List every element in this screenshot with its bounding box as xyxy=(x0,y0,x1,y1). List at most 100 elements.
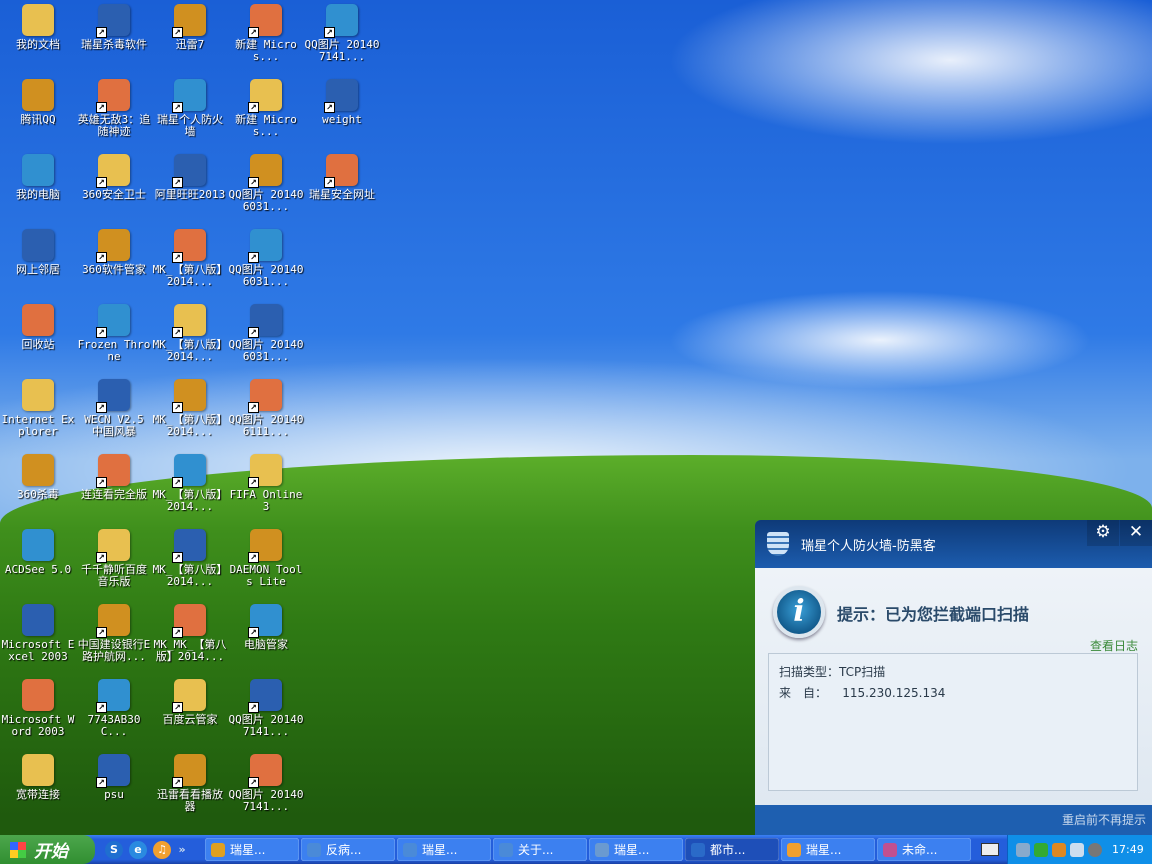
desktop-icon[interactable]: 网上邻居 xyxy=(0,225,76,276)
desktop-icon[interactable]: ↗ weight xyxy=(304,75,380,126)
scan-type-value: TCP扫描 xyxy=(839,665,886,679)
app-icon: ↗ xyxy=(248,529,282,563)
desktop-icon[interactable]: ↗ MK_【第八版】2014... xyxy=(152,300,228,363)
app-icon: ↗ xyxy=(96,379,130,413)
app-icon xyxy=(22,79,54,111)
desktop-icon[interactable]: ↗ DAEMON Tools Lite xyxy=(228,525,304,588)
firewall-tray-icon[interactable] xyxy=(1070,842,1084,857)
desktop-icon[interactable]: ↗ MK_【第八版】2014... xyxy=(152,525,228,588)
desktop-icon[interactable]: Microsoft Excel 2003 xyxy=(0,600,76,663)
shortcut-arrow-icon: ↗ xyxy=(248,102,259,113)
desktop-icon-label: 我的文档 xyxy=(16,38,60,51)
desktop-icon-label: MK_【第八版】2014... xyxy=(152,263,228,288)
close-button[interactable]: ✕ xyxy=(1120,520,1152,546)
desktop-icon[interactable]: ↗ MK_【第八版】2014... xyxy=(152,450,228,513)
desktop-icon[interactable]: ↗ QQ图片 201406031... xyxy=(228,225,304,288)
pc-manager-icon[interactable] xyxy=(1052,842,1066,857)
desktop-icon[interactable]: ↗ MK_MK_【第八版】2014... xyxy=(152,600,228,663)
volume-icon[interactable] xyxy=(1088,842,1102,857)
app-icon xyxy=(22,604,54,636)
desktop-icon-label: Microsoft Excel 2003 xyxy=(1,638,75,663)
desktop-icon[interactable]: ↗ 迅雷看看播放器 xyxy=(152,750,228,813)
desktop-icon-label: MK_MK_【第八版】2014... xyxy=(153,638,227,663)
desktop-icon[interactable]: ↗ 百度云管家 xyxy=(152,675,228,726)
clock[interactable]: 17:49 xyxy=(1112,843,1144,856)
app-icon xyxy=(22,379,54,411)
desktop-icon[interactable]: ↗ 瑞星杀毒软件 xyxy=(76,0,152,51)
desktop-icon[interactable]: ↗ 360软件管家 xyxy=(76,225,152,276)
desktop-icon[interactable]: ↗ 英雄无敌3：追随神迹 xyxy=(76,75,152,138)
app-icon: ↗ xyxy=(248,229,282,263)
app-icon: ↗ xyxy=(172,454,206,488)
desktop-icon[interactable]: ↗ QQ图片 201407141... xyxy=(228,750,304,813)
internet-explorer-icon[interactable]: e xyxy=(129,840,147,859)
start-button[interactable]: 开始 xyxy=(0,835,95,864)
quick-launch-more-button[interactable]: » xyxy=(177,841,187,859)
desktop-icon[interactable]: Internet Explorer xyxy=(0,375,76,438)
desktop-icon[interactable]: ↗ 新建 Micros... xyxy=(228,0,304,63)
desktop-icon[interactable]: 我的电脑 xyxy=(0,150,76,201)
desktop-icon[interactable]: ↗ 千千静听百度音乐版 xyxy=(76,525,152,588)
shortcut-arrow-icon: ↗ xyxy=(172,552,183,563)
taskbar-button[interactable]: 反病... xyxy=(301,838,395,861)
taskbar-button[interactable]: 瑞星... xyxy=(589,838,683,861)
desktop-icon[interactable]: 我的文档 xyxy=(0,0,76,51)
shortcut-arrow-icon: ↗ xyxy=(248,477,259,488)
dont-remind-link[interactable]: 重启前不再提示 xyxy=(1062,813,1146,827)
app-icon: ↗ xyxy=(96,604,130,638)
desktop-icon[interactable]: 腾讯QQ xyxy=(0,75,76,126)
desktop-icon-label: 腾讯QQ xyxy=(20,113,56,126)
taskbar-button[interactable]: 未命... xyxy=(877,838,971,861)
desktop-icon[interactable]: ↗ 7743AB30C... xyxy=(76,675,152,738)
task-label: 都市... xyxy=(710,843,746,857)
shortcut-arrow-icon: ↗ xyxy=(248,27,259,38)
network-icon[interactable] xyxy=(1016,842,1030,857)
music-player-icon[interactable]: ♫ xyxy=(153,840,171,859)
shortcut-arrow-icon: ↗ xyxy=(96,702,107,713)
settings-button[interactable]: ⚙ xyxy=(1087,520,1119,546)
desktop-icon[interactable]: ↗ QQ图片 201406111... xyxy=(228,375,304,438)
taskbar-button[interactable]: 瑞星... xyxy=(781,838,875,861)
desktop-icon[interactable]: ↗ 连连看完全版 xyxy=(76,450,152,501)
view-log-link[interactable]: 查看日志 xyxy=(1090,637,1138,654)
desktop-icon[interactable]: ↗ 电脑管家 xyxy=(228,600,304,651)
taskbar-button[interactable]: 瑞星... xyxy=(205,838,299,861)
desktop-icon[interactable]: ↗ QQ图片 201407141... xyxy=(304,0,380,63)
desktop-icon[interactable]: ↗ 瑞星个人防火墙 xyxy=(152,75,228,138)
taskbar-button[interactable]: 关于... xyxy=(493,838,587,861)
desktop-icon[interactable]: ↗ FIFA Online 3 xyxy=(228,450,304,513)
desktop-icon[interactable]: ↗ 阿里旺旺2013 xyxy=(152,150,228,201)
desktop-icon[interactable]: ↗ WECN V2.5 中国风暴 xyxy=(76,375,152,438)
shortcut-arrow-icon: ↗ xyxy=(172,177,183,188)
desktop-icon-label: Frozen Throne xyxy=(77,338,151,363)
desktop-icon-label: 千千静听百度音乐版 xyxy=(81,563,147,588)
quick-launch: S e ♫ » xyxy=(105,840,205,859)
desktop-icon-label: MK_【第八版】2014... xyxy=(152,563,228,588)
desktop-icon[interactable]: ↗ MK_【第八版】2014... xyxy=(152,375,228,438)
sogou-browser-icon[interactable]: S xyxy=(105,840,123,859)
desktop-icon[interactable]: ↗ 迅雷7 xyxy=(152,0,228,51)
tray-app-icon[interactable] xyxy=(1034,842,1048,857)
desktop-icon[interactable]: ↗ Frozen Throne xyxy=(76,300,152,363)
desktop-icon[interactable]: 宽带连接 xyxy=(0,750,76,801)
desktop-icon[interactable]: ↗ psu xyxy=(76,750,152,801)
desktop-icon[interactable]: ↗ 中国建设银行E路护航网... xyxy=(76,600,152,663)
taskbar-button[interactable]: 都市... xyxy=(685,838,779,861)
desktop-icon[interactable]: ↗ 新建 Micros... xyxy=(228,75,304,138)
desktop-icon[interactable]: ↗ QQ图片 201406031... xyxy=(228,300,304,363)
desktop-icon-label: QQ图片 201406111... xyxy=(228,413,304,438)
desktop-icon[interactable]: ↗ 360安全卫士 xyxy=(76,150,152,201)
desktop-icon[interactable]: ↗ 瑞星安全网址 xyxy=(304,150,380,201)
desktop-icon[interactable]: Microsoft Word 2003 xyxy=(0,675,76,738)
taskbar-button[interactable]: 瑞星... xyxy=(397,838,491,861)
desktop-icon[interactable]: ↗ QQ图片 201406031... xyxy=(228,150,304,213)
desktop-icon[interactable]: 360杀毒 xyxy=(0,450,76,501)
desktop-icon[interactable]: 回收站 xyxy=(0,300,76,351)
keyboard-icon[interactable] xyxy=(981,843,999,856)
app-icon: ↗ xyxy=(248,454,282,488)
desktop-icon[interactable]: ↗ MK_【第八版】2014... xyxy=(152,225,228,288)
popup-message: 提示：已为您拦截端口扫描 xyxy=(837,605,1030,624)
desktop-icon[interactable]: ↗ QQ图片 201407141... xyxy=(228,675,304,738)
desktop-icon[interactable]: ACDSee 5.0 xyxy=(0,525,76,576)
app-icon: ↗ xyxy=(248,304,282,338)
